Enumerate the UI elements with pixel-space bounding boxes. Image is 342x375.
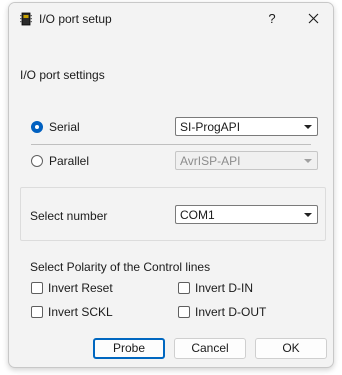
invert-d-in-checkbox[interactable]	[178, 282, 190, 294]
polarity-title: Select Polarity of the Control lines	[30, 260, 211, 274]
invert-d-out-label[interactable]: Invert D-OUT	[195, 305, 266, 319]
separator	[31, 144, 311, 145]
com-port-combo[interactable]: COM1	[175, 205, 318, 224]
serial-label[interactable]: Serial	[49, 120, 80, 134]
close-icon	[308, 13, 318, 24]
invert-sckl-label[interactable]: Invert SCKL	[48, 305, 113, 319]
parallel-api-combo: AvrISP-API	[175, 151, 318, 170]
parallel-api-value: AvrISP-API	[180, 154, 241, 168]
chevron-down-icon	[304, 213, 312, 217]
invert-d-in-label[interactable]: Invert D-IN	[195, 281, 253, 295]
parallel-label[interactable]: Parallel	[49, 154, 89, 168]
cancel-button[interactable]: Cancel	[174, 338, 246, 359]
port-settings-title: I/O port settings	[20, 68, 105, 82]
invert-d-out-checkbox[interactable]	[178, 306, 190, 318]
help-button[interactable]: ?	[261, 8, 283, 30]
ok-button[interactable]: OK	[255, 338, 327, 359]
serial-api-combo[interactable]: SI-ProgAPI	[175, 117, 318, 136]
select-number-label: Select number	[30, 209, 108, 223]
probe-button[interactable]: Probe	[93, 338, 165, 359]
parallel-radio[interactable]	[31, 155, 43, 167]
io-port-setup-dialog: I/O port setup ? I/O port settings Seria…	[8, 2, 334, 368]
serial-radio[interactable]	[31, 121, 43, 133]
title-bar: I/O port setup ?	[9, 3, 333, 35]
chip-icon	[20, 12, 32, 26]
window-title: I/O port setup	[39, 12, 112, 26]
invert-reset-checkbox[interactable]	[31, 282, 43, 294]
chevron-down-icon	[304, 125, 312, 129]
com-port-value: COM1	[180, 208, 215, 222]
close-button[interactable]	[302, 8, 324, 30]
chevron-down-icon	[304, 159, 312, 163]
invert-sckl-checkbox[interactable]	[31, 306, 43, 318]
serial-api-value: SI-ProgAPI	[180, 120, 241, 134]
invert-reset-label[interactable]: Invert Reset	[48, 281, 113, 295]
